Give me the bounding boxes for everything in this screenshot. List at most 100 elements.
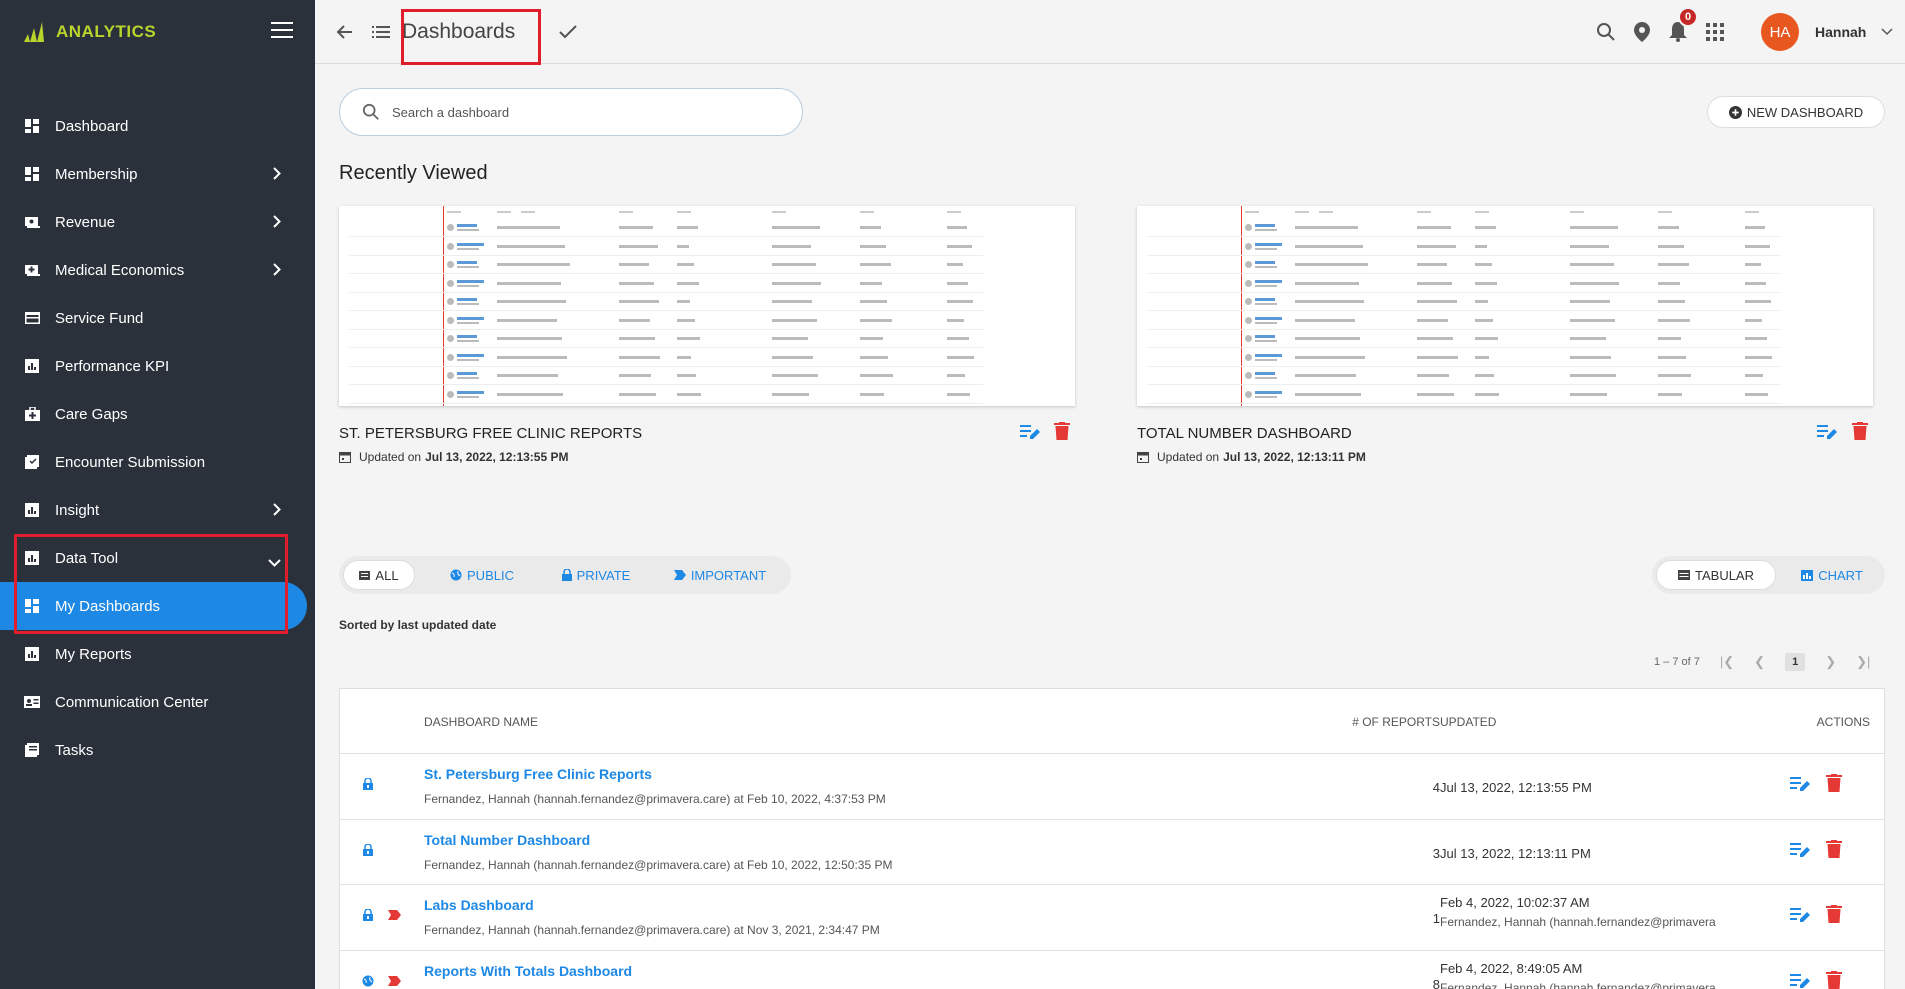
dashboard-thumbnail[interactable] — [339, 206, 1075, 406]
thumbnail-cell — [457, 247, 479, 250]
card-title[interactable]: TOTAL NUMBER DASHBOARD — [1137, 425, 1352, 442]
table-row[interactable]: Total Number Dashboard Fernandez, Hannah … — [340, 818, 1884, 884]
sidebar-item-data-tool[interactable]: Data Tool — [0, 534, 315, 582]
menu-toggle-icon[interactable] — [271, 22, 293, 38]
card-icon — [24, 310, 40, 326]
sidebar-item-insight[interactable]: Insight — [0, 486, 315, 534]
sidebar-item-performance-kpi[interactable]: Performance KPI — [0, 342, 315, 390]
search-icon[interactable] — [1594, 20, 1618, 44]
chevron-down-icon[interactable] — [1875, 20, 1899, 44]
tab-public[interactable]: PUBLIC — [439, 560, 525, 590]
list-icon[interactable] — [369, 20, 393, 44]
thumbnail-link — [1255, 242, 1282, 246]
thumbnail-cell — [1745, 374, 1763, 377]
thumbnail-cell — [1475, 300, 1488, 303]
avatar[interactable]: HA — [1761, 13, 1799, 51]
apps-grid-icon[interactable] — [1703, 20, 1727, 44]
thumbnail-cell — [457, 266, 479, 268]
location-pin-icon[interactable] — [1630, 20, 1654, 44]
check-icon[interactable] — [556, 20, 580, 44]
thumbnail-cell — [947, 263, 963, 266]
last-page-icon[interactable]: ❯| — [1856, 654, 1870, 670]
sidebar-item-medical-economics[interactable]: Medical Economics — [0, 246, 315, 294]
notification-bell-icon[interactable]: 0 — [1666, 7, 1698, 44]
next-page-icon[interactable]: ❯ — [1825, 654, 1836, 670]
search-input[interactable] — [392, 104, 772, 120]
thumbnail-cell — [947, 318, 964, 322]
sidebar-item-revenue[interactable]: Revenue — [0, 198, 315, 246]
delete-icon[interactable] — [1826, 839, 1842, 858]
delete-icon[interactable] — [1826, 774, 1842, 792]
tab-private[interactable]: PRIVATE — [551, 560, 641, 590]
edit-icon[interactable] — [1817, 422, 1837, 442]
thumbnail-cell — [521, 300, 566, 303]
tab-all[interactable]: ALL — [343, 560, 415, 590]
topbar: Dashboards 0 HA Hannah — [315, 0, 1905, 65]
sidebar-item-membership[interactable]: Membership — [0, 150, 315, 198]
col-header-actions: ACTIONS — [1816, 715, 1870, 729]
delete-icon[interactable] — [1052, 421, 1072, 441]
card-title[interactable]: ST. PETERSBURG FREE CLINIC REPORTS — [339, 425, 642, 442]
sidebar-item-my-dashboards[interactable]: My Dashboards — [0, 582, 307, 630]
thumbnail-cell — [677, 226, 698, 229]
brand-name: ANALYTICS — [56, 22, 157, 41]
table-row[interactable]: St. Petersburg Free Clinic Reports Fernan… — [340, 753, 1884, 818]
sidebar-item-care-gaps[interactable]: Care Gaps — [0, 390, 315, 438]
thumbnail-cell — [1658, 318, 1690, 322]
table-row[interactable]: Labs Dashboard Fernandez, Hannah (hannah.… — [340, 884, 1884, 949]
thumbnail-cell — [1745, 300, 1771, 303]
tab-important[interactable]: IMPORTANT — [665, 560, 775, 590]
col-header-updated[interactable]: UPDATED — [1440, 715, 1496, 729]
thumbnail-cell — [772, 318, 817, 322]
thumbnail-cell — [1570, 226, 1618, 229]
back-icon[interactable] — [333, 20, 357, 44]
tab-tabular[interactable]: TABULAR — [1656, 560, 1776, 590]
chevron-right-icon — [273, 167, 281, 184]
delete-icon[interactable] — [1826, 905, 1842, 923]
tab-chart[interactable]: CHART — [1786, 560, 1878, 590]
table-row[interactable]: Reports With Totals Dashboard 8 Feb 4, 202… — [340, 949, 1884, 989]
chevron-right-icon — [273, 263, 281, 280]
prev-page-icon[interactable]: ❮ — [1754, 654, 1765, 670]
sidebar-item-dashboard[interactable]: Dashboard — [0, 102, 315, 150]
edit-icon[interactable] — [1790, 776, 1810, 792]
sidebar-item-tasks[interactable]: Tasks — [0, 726, 315, 774]
dashboard-icon — [24, 166, 40, 182]
thumbnail-row-line — [349, 291, 983, 293]
thumbnail-avatar — [1245, 372, 1252, 379]
first-page-icon[interactable]: |❮ — [1720, 654, 1734, 670]
new-dashboard-button[interactable]: NEW DASHBOARD — [1707, 96, 1885, 128]
col-header-reports[interactable]: # OF REPORTS — [1319, 715, 1440, 729]
sidebar-item-encounter-submission[interactable]: Encounter Submission — [0, 438, 315, 486]
sidebar-item-service-fund[interactable]: Service Fund — [0, 294, 315, 342]
list-icon — [359, 570, 371, 580]
row-dashboard-name[interactable]: St. Petersburg Free Clinic Reports — [424, 766, 652, 782]
thumbnail-avatar — [1245, 279, 1252, 287]
sidebar-item-my-reports[interactable]: My Reports — [0, 630, 315, 678]
card-updated-date: Jul 13, 2022, 12:13:55 PM — [425, 450, 569, 464]
thumbnail-link — [1255, 390, 1282, 394]
delete-icon[interactable] — [1850, 421, 1870, 441]
edit-icon[interactable] — [1790, 973, 1810, 989]
delete-icon[interactable] — [1826, 970, 1842, 989]
row-dashboard-name[interactable]: Total Number Dashboard — [424, 832, 590, 848]
sidebar-item-label: Insight — [55, 501, 100, 519]
row-dashboard-name[interactable]: Labs Dashboard — [424, 897, 534, 913]
thumbnail-cell — [1475, 355, 1489, 359]
edit-icon[interactable] — [1790, 842, 1810, 858]
thumbnail-cell — [619, 374, 651, 377]
sidebar-item-communication-center[interactable]: Communication Center — [0, 678, 315, 726]
edit-icon[interactable] — [1020, 422, 1040, 442]
edit-icon[interactable] — [1790, 907, 1810, 923]
dashboard-thumbnail[interactable] — [1137, 206, 1873, 406]
thumbnail-cell — [1417, 374, 1449, 377]
user-name[interactable]: Hannah — [1815, 24, 1866, 40]
thumbnail-header-cell — [947, 211, 961, 213]
row-dashboard-name[interactable]: Reports With Totals Dashboard — [424, 963, 632, 979]
thumbnail-cell — [619, 392, 656, 396]
thumbnail-cell — [1475, 226, 1496, 229]
col-header-name[interactable]: DASHBOARD NAME — [424, 715, 538, 729]
thumbnail-cell — [1745, 337, 1767, 340]
thumbnail-cell — [677, 355, 691, 359]
page-number[interactable]: 1 — [1785, 653, 1806, 671]
